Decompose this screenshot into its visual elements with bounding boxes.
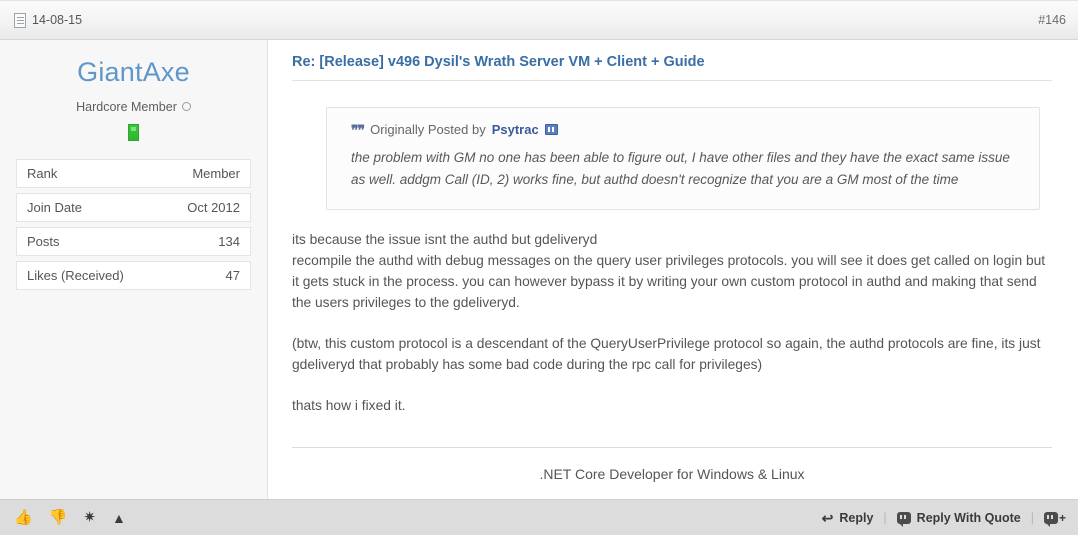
user-stat-join-date: Join Date Oct 2012 [16,192,251,222]
quote-prefix: Originally Posted by [370,122,486,137]
user-signature: .NET Core Developer for Windows & Linux [539,465,805,482]
stat-value: 47 [225,267,240,283]
thumbs-down-icon[interactable]: 👎 [49,510,68,525]
warning-triangle-icon[interactable]: ▲ [112,511,126,525]
multiquote-plus-label: + [1058,510,1066,525]
post-content: Re: [Release] v496 Dysil's Wrath Server … [268,40,1078,499]
quote-header: ❞❞ Originally Posted by Psytrac [351,122,1021,137]
post-number[interactable]: #146 [1038,13,1066,27]
star-icon[interactable]: ✷ [83,510,96,525]
multi-quote-add-icon[interactable]: + [1043,510,1066,527]
user-stat-posts: Posts 134 [16,226,251,256]
footer-separator-2: | [1030,510,1034,525]
forum-post: 14-08-15 #146 GiantAxe Hardcore Member R… [0,0,1078,535]
post-paragraph-2: (btw, this custom protocol is a descenda… [292,335,1041,372]
post-date[interactable]: 14-08-15 [14,12,83,28]
document-icon [14,12,26,28]
footer-actions-left: 👍 👎 ✷ ▲ [14,510,126,525]
offline-circle-icon [181,102,191,112]
footer-actions-right: ↩ Reply | Reply With Quote | + [822,510,1066,527]
post-date-label: 14-08-15 [32,13,83,27]
stat-value: Member [192,165,240,181]
quote-author-link[interactable]: Psytrac [492,122,539,137]
stat-label: Rank [27,165,58,181]
speech-bubble-icon [1043,511,1058,527]
stat-value: Oct 2012 [187,199,240,215]
user-title: Hardcore Member [16,100,251,114]
reply-label: Reply [839,510,874,525]
post-header: 14-08-15 #146 [0,0,1078,40]
user-info-panel: GiantAxe Hardcore Member Rank Member Joi… [0,40,268,499]
reply-button[interactable]: ↩ Reply [822,511,874,525]
green-rank-badge-icon [128,123,139,141]
speech-bubble-icon [896,511,911,527]
post-footer-toolbar: 👍 👎 ✷ ▲ ↩ Reply | Reply With Quote | + [0,499,1078,535]
view-post-icon[interactable] [544,124,558,135]
stat-value: 134 [218,233,240,249]
user-stats-list: Rank Member Join Date Oct 2012 Posts 134… [16,158,251,290]
stat-label: Join Date [27,199,82,215]
username-link[interactable]: GiantAxe [16,57,251,88]
thumbs-up-icon[interactable]: 👍 [14,510,33,525]
stat-label: Likes (Received) [27,267,124,283]
quote-marks-icon: ❞❞ [351,121,365,138]
post-paragraph-3: thats how i fixed it. [292,397,406,413]
quote-block: ❞❞ Originally Posted by Psytrac the prob… [326,107,1040,210]
quote-text: the problem with GM no one has been able… [351,150,1010,187]
reply-with-quote-button[interactable]: Reply With Quote [896,510,1021,527]
stat-label: Posts [27,233,60,249]
user-stat-rank: Rank Member [16,158,251,188]
user-title-label: Hardcore Member [76,99,177,114]
reply-arrow-icon: ↩ [821,509,834,526]
post-body: GiantAxe Hardcore Member Rank Member Joi… [0,40,1078,499]
footer-separator-1: | [883,510,887,525]
thread-title-link[interactable]: Re: [Release] v496 Dysil's Wrath Server … [292,54,1052,81]
post-paragraph-1: its because the issue isnt the authd but… [292,231,1046,310]
user-stat-likes: Likes (Received) 47 [16,260,251,290]
rank-badge-row [16,123,251,141]
reply-with-quote-label: Reply With Quote [916,510,1021,525]
